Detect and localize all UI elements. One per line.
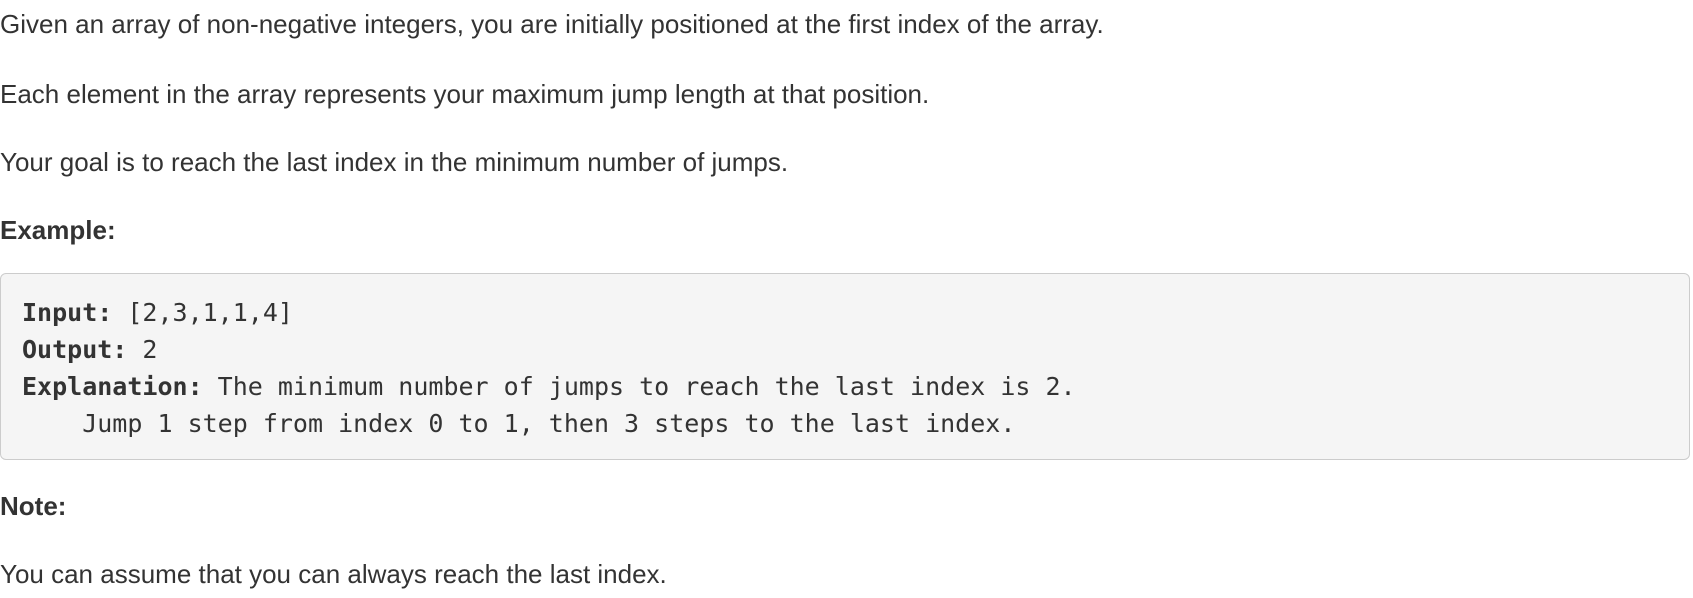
note-heading: Note: (0, 491, 67, 521)
note-text: You can assume that you can always reach… (0, 559, 667, 589)
input-label: Input: (22, 298, 113, 327)
goal-paragraph: Your goal is to reach the last index in … (0, 147, 789, 177)
explanation-value: The minimum number of jumps to reach the… (202, 372, 1076, 401)
explanation-label: Explanation: (22, 372, 203, 401)
problem-description: Given an array of non-negative integers,… (0, 0, 1693, 598)
input-value: [2,3,1,1,4] (112, 298, 293, 327)
example-code-block: Input: [2,3,1,1,4] Output: 2 Explanation… (0, 273, 1690, 460)
example-explanation-line: Explanation: The minimum number of jumps… (22, 370, 1076, 404)
example-heading: Example: (0, 215, 116, 245)
example-output-line: Output: 2 (22, 333, 157, 367)
output-value: 2 (127, 335, 158, 364)
rule-paragraph: Each element in the array represents you… (0, 79, 930, 109)
intro-paragraph: Given an array of non-negative integers,… (0, 9, 1104, 39)
example-input-line: Input: [2,3,1,1,4] (22, 296, 293, 330)
output-label: Output: (22, 335, 128, 364)
example-explanation-continuation: Jump 1 step from index 0 to 1, then 3 st… (22, 409, 1016, 438)
